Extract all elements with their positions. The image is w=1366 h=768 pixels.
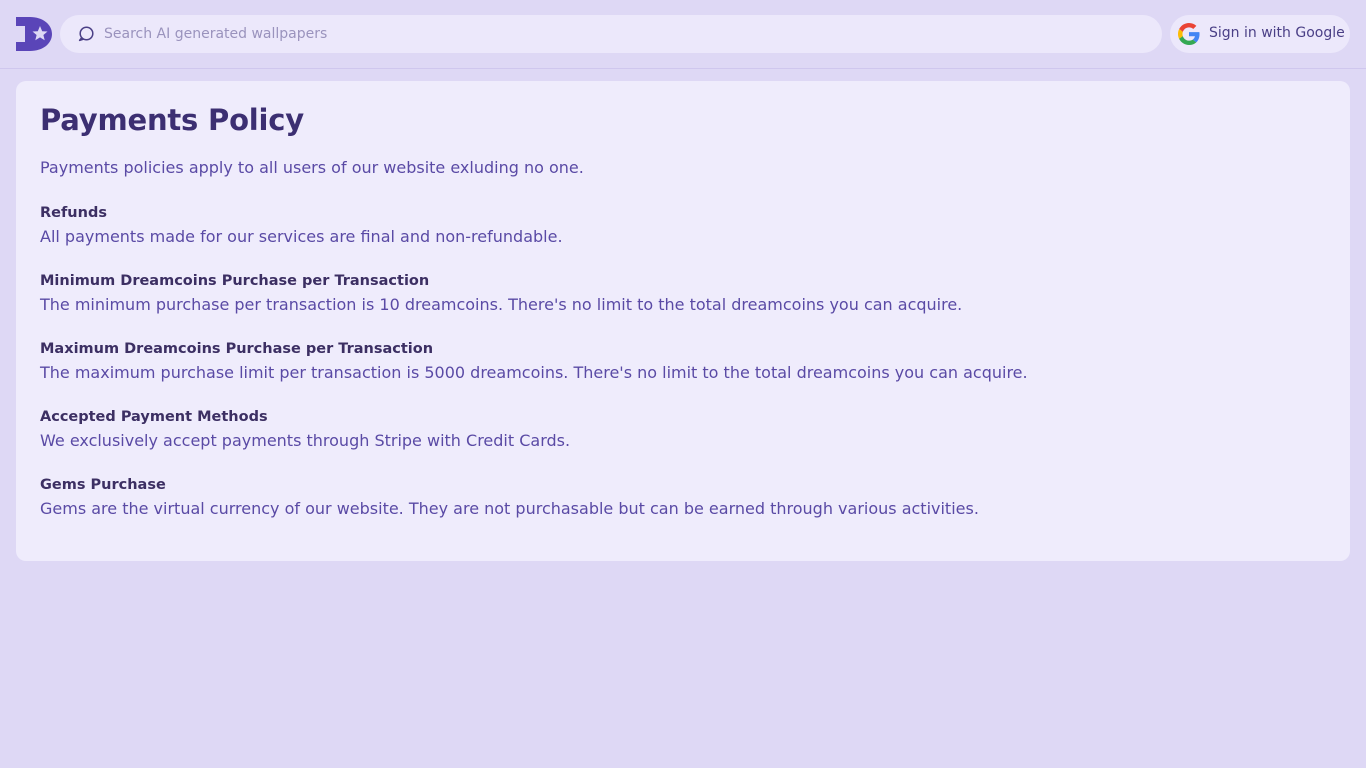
section-heading: Minimum Dreamcoins Purchase per Transact… xyxy=(40,273,430,289)
dream-logo-icon[interactable] xyxy=(16,17,52,51)
refunds-section: Refunds All payments made for our servic… xyxy=(40,203,1320,249)
section-body: The maximum purchase limit per transacti… xyxy=(40,363,1028,382)
minimum-purchase-section: Minimum Dreamcoins Purchase per Transact… xyxy=(40,271,1320,317)
policy-card: Payments Policy Payments policies apply … xyxy=(16,81,1350,561)
top-bar: Sign in with Google xyxy=(0,0,1366,69)
section-body: The minimum purchase per transaction is … xyxy=(40,295,963,314)
google-signin-button[interactable]: Sign in with Google xyxy=(1170,15,1350,53)
section-heading: Maximum Dreamcoins Purchase per Transact… xyxy=(40,341,434,357)
section-heading: Gems Purchase xyxy=(40,477,166,493)
search-icon xyxy=(77,25,95,43)
section-body: We exclusively accept payments through S… xyxy=(40,431,571,450)
maximum-purchase-section: Maximum Dreamcoins Purchase per Transact… xyxy=(40,339,1320,385)
payment-methods-section: Accepted Payment Methods We exclusively … xyxy=(40,407,1320,453)
search-bar[interactable] xyxy=(60,15,1162,53)
section-heading: Refunds xyxy=(40,205,107,221)
search-input[interactable] xyxy=(104,15,1144,53)
section-body: Gems are the virtual currency of our web… xyxy=(40,499,979,518)
section-body: All payments made for our services are f… xyxy=(40,227,563,246)
section-heading: Accepted Payment Methods xyxy=(40,409,268,425)
google-icon xyxy=(1178,23,1200,45)
page-title: Payments Policy xyxy=(40,103,304,137)
intro-text: Payments policies apply to all users of … xyxy=(40,158,584,177)
gems-purchase-section: Gems Purchase Gems are the virtual curre… xyxy=(40,475,1320,521)
signin-label: Sign in with Google xyxy=(1209,25,1345,41)
